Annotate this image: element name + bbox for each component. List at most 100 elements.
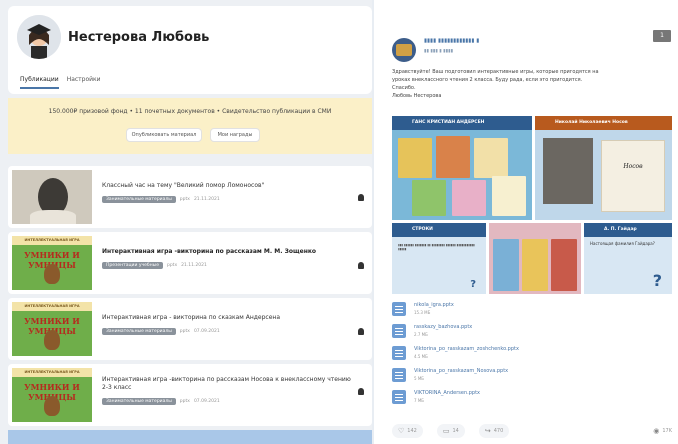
book-cover xyxy=(398,138,432,178)
like-count: 142 xyxy=(407,428,417,434)
tile-heading: Николай Николаевич Носов xyxy=(535,116,672,130)
file-icon xyxy=(392,302,406,316)
bell-icon[interactable] xyxy=(358,388,364,395)
share-button[interactable]: ↪ 470 xyxy=(478,424,510,438)
tile-question: Настоящая фамилия Гайдара? xyxy=(590,241,655,246)
category-tag[interactable]: Занимательные материалы xyxy=(102,328,176,335)
publication-card[interactable]: ИНТЕЛЛЕКТУАЛЬНАЯ ИГРА УМНИКИ И УМНИЦЫ Ин… xyxy=(8,232,372,294)
bell-icon[interactable] xyxy=(358,262,364,269)
tile-heading: А. П. Гайдар xyxy=(584,223,672,237)
attached-files: nikola_igra.pptx 15.3 МБ rasskazy_bazhov… xyxy=(392,300,672,410)
file-icon xyxy=(392,390,406,404)
share-icon: ↪ xyxy=(484,427,491,435)
views-count: 17K xyxy=(662,428,672,434)
book-cover xyxy=(492,176,526,216)
file-attachment[interactable]: rasskazy_bazhova.pptx 2.7 МБ xyxy=(392,322,672,344)
publication-title[interactable]: Интерактивная игра -викторина по рассказ… xyxy=(102,376,352,392)
andersen-tile[interactable]: ГАНС КРИСТИАН АНДЕРСЕН xyxy=(392,116,532,220)
category-tag[interactable]: Занимательные материалы xyxy=(102,196,176,203)
publication-meta: Занимательные материалы pptx 07.09.2021 xyxy=(102,398,220,405)
post-text-line: Здравствуйте! Ваш подготовил интерактивн… xyxy=(392,69,599,75)
books-tile[interactable] xyxy=(489,223,581,294)
comment-count: 14 xyxy=(452,428,459,434)
file-size: 7 МБ xyxy=(414,398,425,403)
file-attachment[interactable]: Viktorina_po_rasskazam_Nosova.pptx 5 МБ xyxy=(392,366,672,388)
file-name[interactable]: rasskazy_bazhova.pptx xyxy=(414,324,472,330)
publication-card[interactable]: ИНТЕЛЛЕКТУАЛЬНАЯ ИГРА УМНИКИ И УМНИЦЫ Ин… xyxy=(8,298,372,360)
nosov-portrait xyxy=(543,138,593,204)
group-avatar[interactable] xyxy=(392,38,416,62)
publication-thumbnail[interactable]: ИНТЕЛЛЕКТУАЛЬНАЯ ИГРА УМНИКИ И УМНИЦЫ xyxy=(12,368,92,422)
profile-header: Нестерова Любовь Публикации Настройки xyxy=(8,6,372,94)
avatar[interactable] xyxy=(17,15,61,59)
nosov-tile[interactable]: Николай Николаевич Носов Носов xyxy=(535,116,672,220)
publication-card[interactable]: ИНТЕЛЛЕКТУАЛЬНАЯ ИГРА УМНИКИ И УМНИЦЫ Ин… xyxy=(8,364,372,426)
book-cover xyxy=(412,180,446,216)
post-date[interactable]: ▮▮ ▮▮▮ ▮ ▮▮▮▮ xyxy=(424,49,453,54)
comment-button[interactable]: ▭ 14 xyxy=(436,424,465,438)
category-tag[interactable]: Презентации учебные xyxy=(102,262,163,269)
question-mark-icon: ? xyxy=(652,271,662,290)
post-image-grid: ГАНС КРИСТИАН АНДЕРСЕН Николай Николаеви… xyxy=(392,116,672,294)
post-text-line: уроках внеклассного чтения 2 класса. Буд… xyxy=(392,77,583,83)
book-cover xyxy=(493,239,519,291)
file-name[interactable]: VIKTORINA_Andersen.pptx xyxy=(414,390,480,396)
publish-material-button[interactable]: Опубликовать материал xyxy=(126,128,202,142)
file-size: 2.7 МБ xyxy=(414,332,428,337)
file-name[interactable]: nikola_igra.pptx xyxy=(414,302,454,308)
book-cover xyxy=(474,138,508,178)
publication-meta: Презентации учебные pptx 21.11.2021 xyxy=(102,262,207,269)
publication-title[interactable]: Интерактивная игра - викторина по сказка… xyxy=(102,314,352,322)
promo-text: 150.000₽ призовой фонд • 11 почетных док… xyxy=(48,108,332,115)
owl-icon xyxy=(44,330,60,350)
publication-date: 21.11.2021 xyxy=(181,263,207,268)
publication-thumbnail[interactable]: ИНТЕЛЛЕКТУАЛЬНАЯ ИГРА УМНИКИ И УМНИЦЫ xyxy=(12,236,92,290)
game-banner: ИНТЕЛЛЕКТУАЛЬНАЯ ИГРА xyxy=(12,236,92,245)
publication-date: 07.09.2021 xyxy=(193,399,220,404)
publication-date: 07.09.2021 xyxy=(193,329,220,334)
file-attachment[interactable]: VIKTORINA_Andersen.pptx 7 МБ xyxy=(392,388,672,410)
publication-title[interactable]: Интерактивная игра -викторина по рассказ… xyxy=(102,248,352,256)
file-format: pptx xyxy=(179,399,190,404)
like-icon: ♡ xyxy=(398,427,405,435)
publication-date: 21.11.2021 xyxy=(193,197,220,202)
gaidar-tile[interactable]: А. П. Гайдар Настоящая фамилия Гайдара? … xyxy=(584,223,672,294)
file-attachment[interactable]: Viktorina_po_rasskazam_zoshchenko.pptx 4… xyxy=(392,344,672,366)
my-awards-button[interactable]: Мои награды xyxy=(210,128,260,142)
game-banner: ИНТЕЛЛЕКТУАЛЬНАЯ ИГРА xyxy=(12,302,92,311)
game-banner: ИНТЕЛЛЕКТУАЛЬНАЯ ИГРА xyxy=(12,368,92,377)
more-button[interactable]: 1 xyxy=(653,30,671,42)
stories-tile[interactable]: СТРОКИ ▮▮▮ ▮▮▮▮▮▮ ▮▮▮▮▮▮▮ ▮▮ ▮▮▮▮▮▮▮▮ ▮▮… xyxy=(392,223,486,294)
profile-panel: Нестерова Любовь Публикации Настройки 15… xyxy=(0,0,372,444)
file-size: 5 МБ xyxy=(414,376,425,381)
portrait-collar xyxy=(30,210,76,224)
file-name[interactable]: Viktorina_po_rasskazam_Nosova.pptx xyxy=(414,368,508,374)
post-text-line: Любовь Нестерова xyxy=(392,93,442,99)
bell-icon[interactable] xyxy=(358,194,364,201)
tile-heading: ГАНС КРИСТИАН АНДЕРСЕН xyxy=(392,116,532,130)
post-actions: ♡ 142 ▭ 14 ↪ 470 ◉ 17K xyxy=(392,424,672,438)
promo-banner: 150.000₽ призовой фонд • 11 почетных док… xyxy=(8,98,372,154)
file-attachment[interactable]: nikola_igra.pptx 15.3 МБ xyxy=(392,300,672,322)
publication-thumbnail[interactable]: ИНТЕЛЛЕКТУАЛЬНАЯ ИГРА УМНИКИ И УМНИЦЫ xyxy=(12,302,92,356)
post-text: Здравствуйте! Ваш подготовил интерактивн… xyxy=(392,68,672,100)
tab-settings[interactable]: Настройки xyxy=(67,76,101,89)
bell-icon[interactable] xyxy=(358,328,364,335)
category-tag[interactable]: Занимательные материалы xyxy=(102,398,176,405)
file-format: pptx xyxy=(166,263,178,268)
publication-thumbnail[interactable] xyxy=(12,170,92,224)
file-name[interactable]: Viktorina_po_rasskazam_zoshchenko.pptx xyxy=(414,346,519,352)
publication-card[interactable]: Классный час на тему "Великий помор Ломо… xyxy=(8,166,372,228)
file-size: 15.3 МБ xyxy=(414,310,431,315)
profile-tabs: Публикации Настройки xyxy=(20,76,101,89)
group-name[interactable]: ▮▮▮▮ ▮▮▮▮▮▮▮▮▮▮▮▮ ▮ xyxy=(424,38,479,44)
publication-title[interactable]: Классный час на тему "Великий помор Ломо… xyxy=(102,182,352,190)
file-format: pptx xyxy=(179,329,190,334)
file-icon xyxy=(392,346,406,360)
like-button[interactable]: ♡ 142 xyxy=(392,424,423,438)
eye-icon: ◉ xyxy=(653,427,660,435)
tile-heading: СТРОКИ xyxy=(392,223,486,237)
tab-publications[interactable]: Публикации xyxy=(20,76,59,89)
file-format: pptx xyxy=(179,197,190,202)
book-cover xyxy=(452,180,486,216)
